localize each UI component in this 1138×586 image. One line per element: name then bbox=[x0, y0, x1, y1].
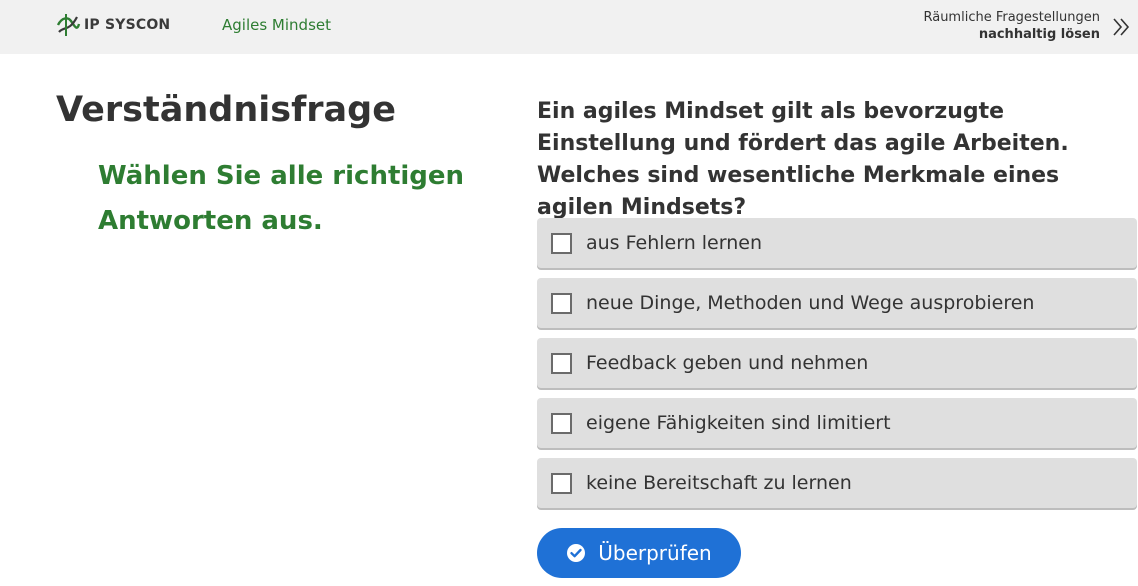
checkbox[interactable] bbox=[551, 472, 572, 494]
answer-option[interactable]: eigene Fähigkeiten sind limitiert bbox=[537, 398, 1137, 448]
checkbox[interactable] bbox=[551, 232, 572, 254]
logo: IP SYSCON bbox=[55, 12, 170, 38]
slogan-line1: Räumliche Fragestellungen bbox=[923, 10, 1100, 25]
checkbox[interactable] bbox=[551, 412, 572, 434]
instruction-text: Wählen Sie alle richtigen Antworten aus. bbox=[98, 161, 465, 236]
double-chevron-right-icon bbox=[1113, 18, 1130, 36]
logo-text: IP SYSCON bbox=[84, 17, 171, 33]
check-button[interactable]: Überprüfen bbox=[537, 528, 741, 578]
next-button[interactable] bbox=[1109, 13, 1135, 41]
answer-list: aus Fehlern lernen neue Dinge, Methoden … bbox=[537, 218, 1137, 518]
question-text: Ein agiles Mindset gilt als bevorzugte E… bbox=[537, 99, 1069, 220]
top-bar: IP SYSCON Agiles Mindset Räumliche Frage… bbox=[0, 0, 1138, 54]
answer-label: eigene Fähigkeiten sind limitiert bbox=[586, 412, 891, 434]
answer-option[interactable]: Feedback geben und nehmen bbox=[537, 338, 1137, 388]
checkbox[interactable] bbox=[551, 292, 572, 314]
checkbox[interactable] bbox=[551, 352, 572, 374]
check-circle-icon bbox=[567, 544, 586, 562]
page-heading: Verständnisfrage bbox=[56, 90, 396, 130]
answer-label: aus Fehlern lernen bbox=[586, 232, 762, 254]
slogan: Räumliche Fragestellungen nachhaltig lös… bbox=[923, 9, 1100, 43]
answer-option[interactable]: neue Dinge, Methoden und Wege ausprobier… bbox=[537, 278, 1137, 328]
check-button-label: Überprüfen bbox=[598, 541, 712, 565]
answer-option[interactable]: keine Bereitschaft zu lernen bbox=[537, 458, 1137, 508]
answer-label: Feedback geben und nehmen bbox=[586, 352, 869, 374]
answer-label: keine Bereitschaft zu lernen bbox=[586, 472, 852, 494]
logo-icon bbox=[56, 14, 81, 36]
slogan-line2: nachhaltig lösen bbox=[978, 27, 1100, 42]
answer-option[interactable]: aus Fehlern lernen bbox=[537, 218, 1137, 268]
answer-label: neue Dinge, Methoden und Wege ausprobier… bbox=[586, 292, 1035, 314]
course-title: Agiles Mindset bbox=[222, 16, 331, 34]
